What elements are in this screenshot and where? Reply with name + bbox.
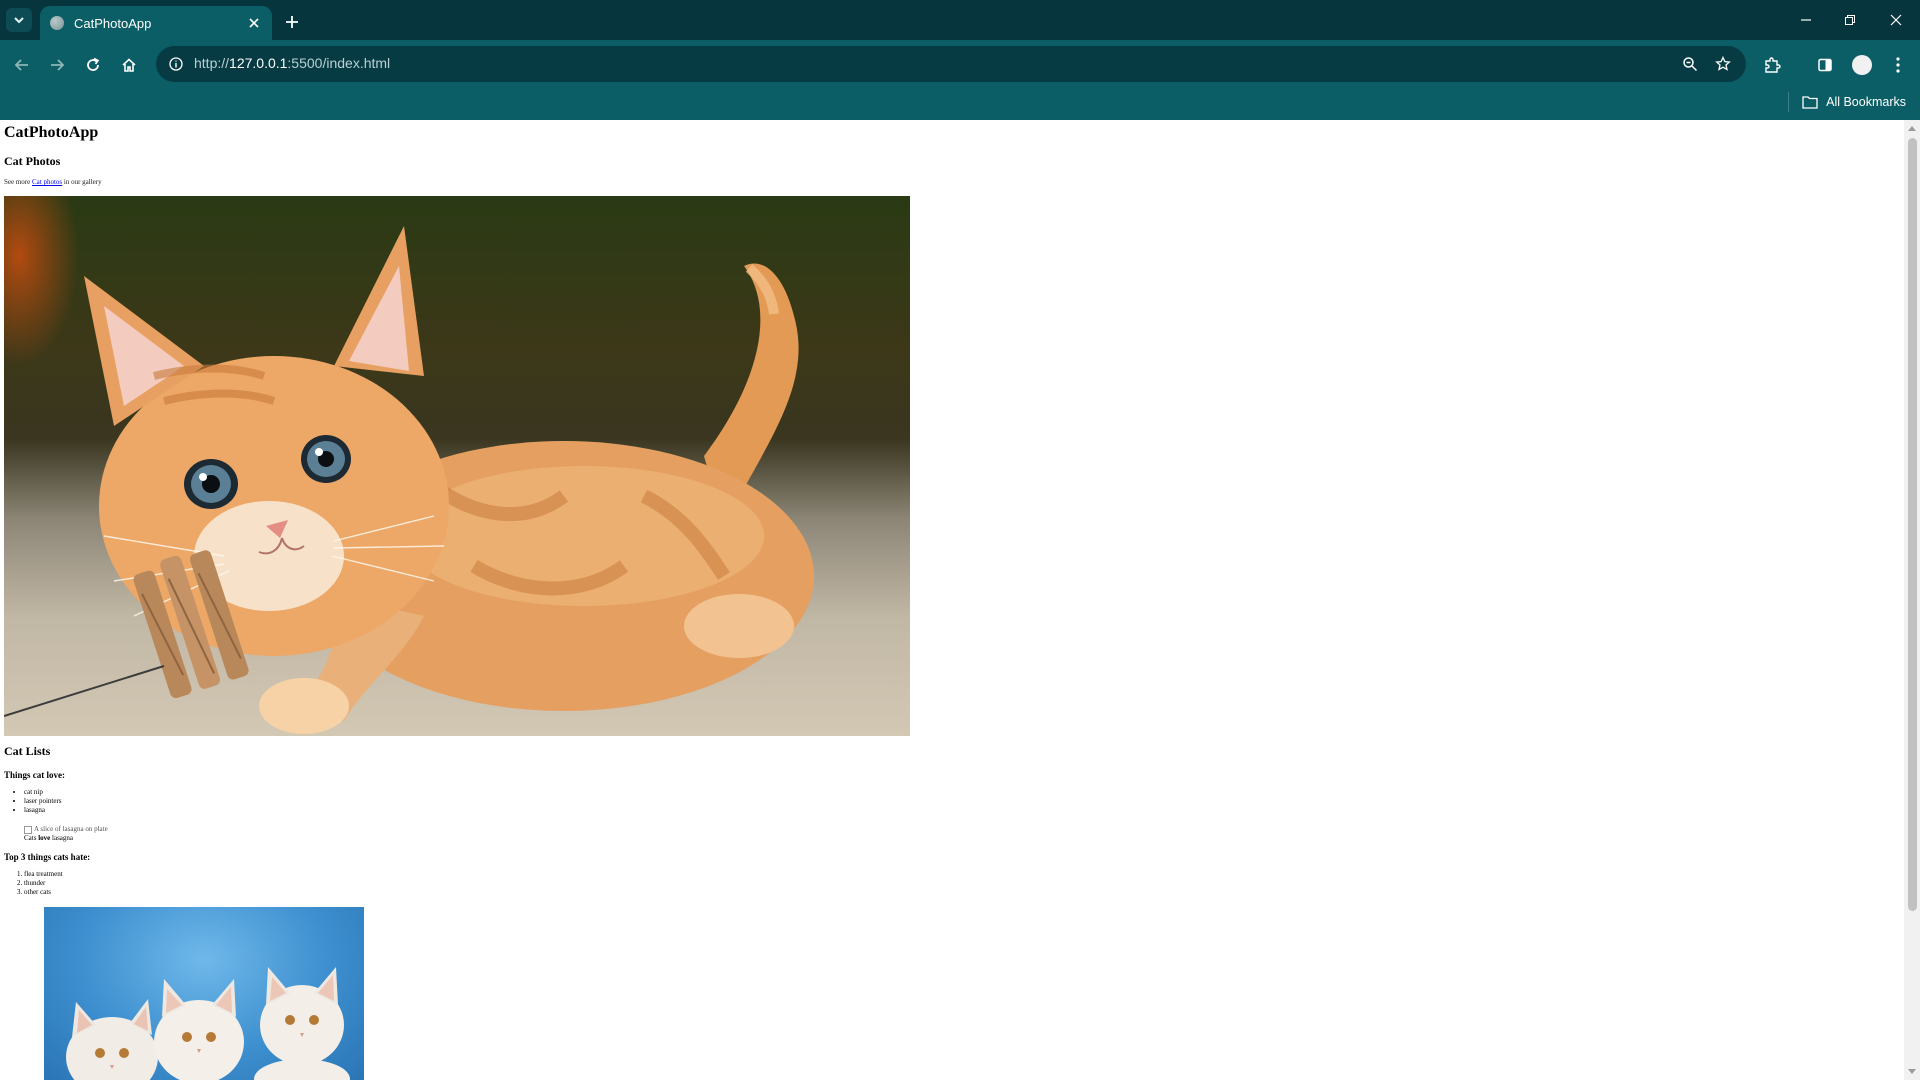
caption-after: lasagna — [50, 834, 74, 842]
folder-icon — [1802, 96, 1818, 109]
list-item: flea treatment — [24, 870, 63, 879]
window-close-button[interactable] — [1876, 6, 1916, 34]
three-kittens-photo[interactable] — [44, 907, 364, 1080]
broken-image-icon — [24, 825, 32, 834]
restore-icon — [1845, 15, 1855, 25]
forward-button[interactable] — [42, 50, 72, 80]
caption-emphasis: love — [38, 834, 51, 842]
kitten-illustration — [4, 226, 814, 734]
minimize-button[interactable] — [1786, 6, 1826, 34]
home-button[interactable] — [114, 50, 144, 80]
zoom-icon[interactable] — [1678, 52, 1702, 76]
plus-icon — [286, 16, 298, 28]
puzzle-icon — [1765, 57, 1781, 73]
gallery-text-after: in our gallery — [62, 178, 102, 186]
side-panel-button[interactable] — [1810, 50, 1840, 80]
tab-strip: CatPhotoApp — [0, 0, 1920, 40]
arrow-left-icon — [14, 59, 28, 71]
kittens-illustration — [66, 967, 350, 1080]
scroll-up-arrow[interactable] — [1908, 126, 1916, 131]
home-icon — [122, 58, 136, 72]
hate-heading: Top 3 things cats hate: — [4, 852, 91, 862]
active-tab[interactable]: CatPhotoApp — [40, 6, 272, 40]
section-heading-cat-photos: Cat Photos — [4, 154, 61, 168]
lasagna-image-alt: A slice of lasagna on plate — [34, 825, 108, 833]
figure-caption: Cats love lasagna — [24, 834, 108, 843]
all-bookmarks-button[interactable]: All Bookmarks — [1802, 90, 1906, 114]
page-scrollbar[interactable] — [1904, 120, 1920, 1080]
close-icon[interactable] — [244, 13, 264, 33]
lasagna-image: A slice of lasagna on plate — [24, 825, 108, 834]
minimize-icon — [1801, 19, 1811, 21]
list-item: thunder — [24, 879, 63, 888]
lasagna-figure: A slice of lasagna on plate Cats love la… — [24, 825, 108, 843]
scrollbar-thumb[interactable] — [1908, 138, 1917, 911]
url-rest: :5500/index.html — [287, 55, 391, 71]
cat-photos-link[interactable]: Cat photos — [32, 178, 62, 186]
side-panel-icon — [1818, 58, 1832, 72]
address-bar[interactable]: http://127.0.0.1:5500/index.html — [156, 46, 1746, 82]
url-host: 127.0.0.1 — [229, 55, 288, 71]
chevron-down-icon — [14, 17, 24, 24]
close-icon — [1890, 14, 1902, 26]
profile-button[interactable] — [1847, 50, 1877, 80]
list-item: laser pointers — [24, 797, 62, 806]
new-tab-button[interactable] — [280, 10, 304, 34]
caption-before: Cats — [24, 834, 39, 842]
list-item: cat nip — [24, 788, 62, 797]
tab-search-button[interactable] — [6, 8, 32, 32]
section-heading-cat-lists: Cat Lists — [4, 744, 51, 758]
url-text[interactable]: http://127.0.0.1:5500/index.html — [194, 55, 390, 71]
gallery-paragraph: See more Cat photos in our gallery — [4, 178, 102, 186]
url-prefix: http:// — [194, 55, 230, 71]
love-heading: Things cat love: — [4, 770, 66, 780]
list-item: lasagna — [24, 806, 62, 815]
page-title: CatPhotoApp — [4, 124, 99, 141]
gallery-text-before: See more — [4, 178, 32, 186]
star-icon[interactable] — [1711, 52, 1735, 76]
restore-button[interactable] — [1830, 6, 1870, 34]
arrow-right-icon — [51, 59, 65, 71]
menu-button[interactable] — [1883, 50, 1913, 80]
tab-title: CatPhotoApp — [74, 15, 152, 31]
page-viewport: CatPhotoApp Cat Photos See more Cat phot… — [0, 120, 1904, 1080]
browser-toolbar: http://127.0.0.1:5500/index.html All Boo… — [0, 40, 1920, 126]
avatar — [1852, 55, 1872, 75]
kitten-photo[interactable] — [4, 196, 910, 736]
bookmarks-separator — [1788, 92, 1789, 112]
all-bookmarks-label: All Bookmarks — [1826, 95, 1906, 109]
globe-icon — [50, 16, 64, 30]
extensions-button[interactable] — [1757, 50, 1787, 80]
love-list: cat nip laser pointers lasagna — [4, 788, 62, 815]
reload-button[interactable] — [78, 50, 108, 80]
hate-list: flea treatment thunder other cats — [4, 870, 63, 897]
list-item: other cats — [24, 888, 63, 897]
kebab-menu-icon — [1896, 57, 1900, 73]
reload-icon — [87, 57, 100, 71]
back-button[interactable] — [7, 50, 37, 80]
scroll-down-arrow[interactable] — [1908, 1069, 1916, 1074]
info-icon[interactable] — [166, 54, 186, 74]
